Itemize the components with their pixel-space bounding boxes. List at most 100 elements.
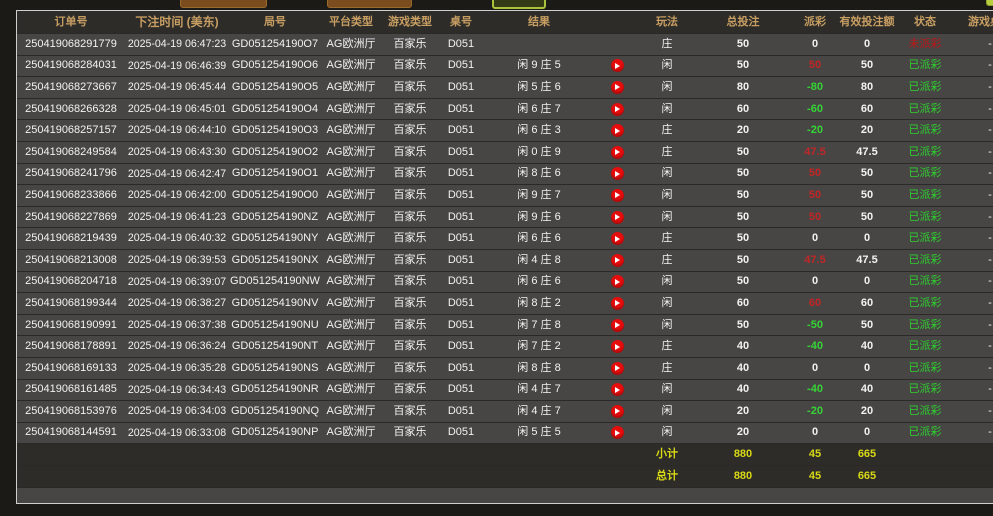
empty-footer-row — [17, 488, 993, 503]
cell-platform: AG欧洲厅 — [321, 147, 381, 158]
play-video-icon[interactable] — [611, 319, 624, 332]
play-video-icon[interactable] — [611, 232, 624, 245]
cell-payout: 47.5 — [791, 147, 839, 158]
cell-result: 闲 5 庄 5 — [483, 427, 595, 438]
cell-order-number: 250419068219439 — [17, 233, 125, 244]
cell-status: 已派彩 — [895, 341, 955, 352]
cell-valid-bet: 40 — [839, 341, 895, 352]
cell-play — [595, 362, 639, 375]
cell-result: 闲 4 庄 8 — [483, 255, 595, 266]
play-video-icon[interactable] — [611, 167, 624, 180]
cell-bet-time: 2025-04-19 06:45:01 — [125, 104, 229, 115]
cell-bet-type: 闲 — [639, 320, 695, 331]
play-video-icon[interactable] — [611, 211, 624, 224]
cell-game-type: 百家乐 — [381, 60, 439, 71]
cell-round-number: GD051254190NX — [229, 255, 321, 266]
cell-table-number: D051 — [439, 276, 483, 287]
table-row: 250419068169133 2025-04-19 06:35:28 GD05… — [17, 358, 993, 380]
bet-records-screen: 订单号 下注时间 (美东) 局号 平台类型 游戏类型 桌号 结果 玩法 总投注 … — [0, 0, 993, 516]
play-video-icon[interactable] — [611, 189, 624, 202]
cell-play — [595, 383, 639, 396]
cell-game-type: 百家乐 — [381, 384, 439, 395]
cell-order-number: 250419068273667 — [17, 82, 125, 93]
play-video-icon[interactable] — [611, 426, 624, 439]
cell-total-bet: 60 — [695, 298, 791, 309]
table-header-row: 订单号 下注时间 (美东) 局号 平台类型 游戏类型 桌号 结果 玩法 总投注 … — [17, 11, 993, 34]
cell-payout: -20 — [791, 125, 839, 136]
cell-status: 已派彩 — [895, 320, 955, 331]
cell-status: 已派彩 — [895, 168, 955, 179]
table-row: 250419068199344 2025-04-19 06:38:27 GD05… — [17, 293, 993, 315]
cell-bet-type: 闲 — [639, 104, 695, 115]
cell-play — [595, 405, 639, 418]
cell-round-number: GD051254190NV — [229, 298, 321, 309]
cell-bet-time: 2025-04-19 06:37:38 — [125, 320, 229, 331]
toolbar-button-1[interactable] — [180, 0, 267, 8]
cell-round-number: GD051254190NP — [229, 427, 321, 438]
play-video-icon[interactable] — [611, 59, 624, 72]
cell-game-extra: - — [955, 60, 993, 71]
play-video-icon[interactable] — [611, 297, 624, 310]
cell-platform: AG欧洲厅 — [321, 427, 381, 438]
cell-total-bet: 50 — [695, 255, 791, 266]
cell-result: 闲 4 庄 7 — [483, 384, 595, 395]
cell-platform: AG欧洲厅 — [321, 341, 381, 352]
subtotal-validbet: 665 — [839, 449, 895, 460]
cell-game-type: 百家乐 — [381, 406, 439, 417]
cell-game-type: 百家乐 — [381, 363, 439, 374]
cell-table-number: D051 — [439, 60, 483, 71]
cell-valid-bet: 47.5 — [839, 255, 895, 266]
cell-platform: AG欧洲厅 — [321, 363, 381, 374]
table-body: 250419068291779 2025-04-19 06:47:23 GD05… — [17, 34, 993, 444]
cell-game-type: 百家乐 — [381, 320, 439, 331]
table-row: 250419068291779 2025-04-19 06:47:23 GD05… — [17, 34, 993, 56]
toolbar-corner-button[interactable] — [986, 0, 993, 6]
cell-valid-bet: 50 — [839, 320, 895, 331]
play-video-icon[interactable] — [611, 254, 624, 267]
cell-valid-bet: 80 — [839, 82, 895, 93]
col-header-order: 订单号 — [17, 17, 125, 28]
cell-game-type: 百家乐 — [381, 233, 439, 244]
cell-order-number: 250419068178891 — [17, 341, 125, 352]
grandtotal-totalbet: 880 — [695, 471, 791, 482]
play-video-icon[interactable] — [611, 81, 624, 94]
play-video-icon[interactable] — [611, 103, 624, 116]
cell-game-extra: - — [955, 255, 993, 266]
cell-round-number: GD051254190NS — [229, 363, 321, 374]
play-video-icon[interactable] — [611, 275, 624, 288]
cell-valid-bet: 50 — [839, 60, 895, 71]
toolbar-button-active[interactable] — [492, 0, 546, 9]
cell-status: 已派彩 — [895, 104, 955, 115]
cell-play — [595, 124, 639, 137]
cell-table-number: D051 — [439, 39, 483, 50]
play-video-icon[interactable] — [611, 383, 624, 396]
toolbar-button-2[interactable] — [327, 0, 412, 8]
cell-bet-type: 闲 — [639, 298, 695, 309]
play-video-icon[interactable] — [611, 405, 624, 418]
cell-valid-bet: 0 — [839, 427, 895, 438]
cell-game-extra: - — [955, 104, 993, 115]
cell-total-bet: 50 — [695, 39, 791, 50]
cell-bet-type: 闲 — [639, 406, 695, 417]
cell-game-extra: - — [955, 320, 993, 331]
cell-order-number: 250419068190991 — [17, 320, 125, 331]
cell-round-number: GD051254190O1 — [229, 168, 321, 179]
play-video-icon[interactable] — [611, 340, 624, 353]
cell-total-bet: 20 — [695, 406, 791, 417]
cell-game-type: 百家乐 — [381, 341, 439, 352]
cell-payout: 50 — [791, 190, 839, 201]
play-video-icon[interactable] — [611, 124, 624, 137]
cell-platform: AG欧洲厅 — [321, 104, 381, 115]
cell-round-number: GD051254190O7 — [229, 39, 321, 50]
table-row: 250419068204718 2025-04-19 06:39:07 GD05… — [17, 272, 993, 294]
play-video-icon[interactable] — [611, 146, 624, 159]
col-header-result: 结果 — [483, 17, 595, 28]
subtotal-row: 小计 880 45 665 — [17, 444, 993, 466]
cell-game-type: 百家乐 — [381, 168, 439, 179]
cell-platform: AG欧洲厅 — [321, 82, 381, 93]
cell-game-extra: - — [955, 406, 993, 417]
table-row: 250419068161485 2025-04-19 06:34:43 GD05… — [17, 380, 993, 402]
cell-payout: 0 — [791, 39, 839, 50]
cell-platform: AG欧洲厅 — [321, 168, 381, 179]
play-video-icon[interactable] — [611, 362, 624, 375]
